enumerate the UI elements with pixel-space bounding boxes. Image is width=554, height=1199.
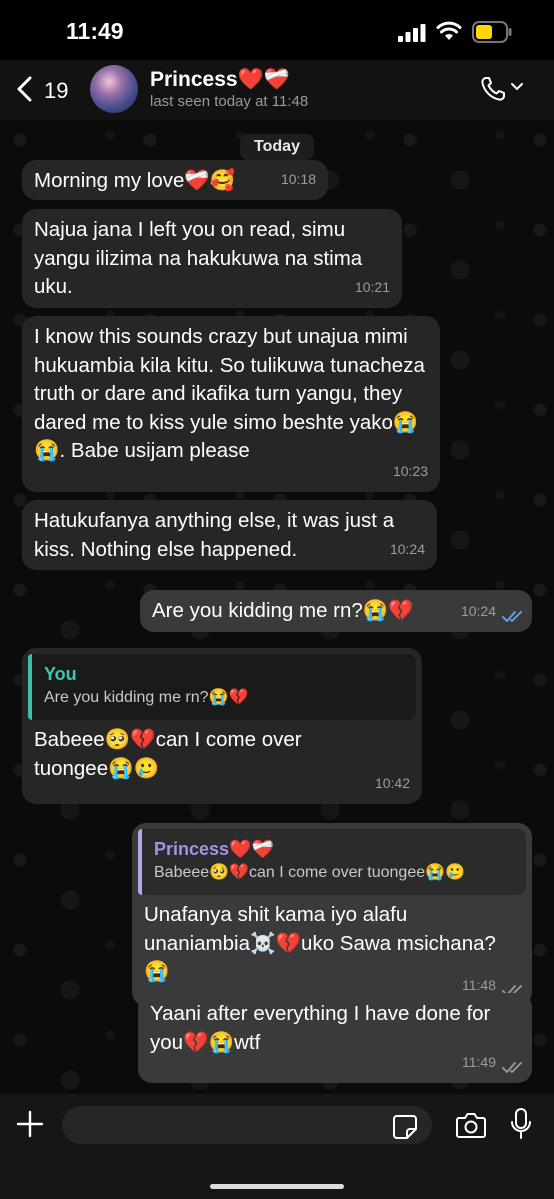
avatar[interactable] [90,65,138,113]
message-bubble-incoming[interactable]: I know this sounds crazy but unajua mimi… [22,316,440,492]
message-time: 10:21 [354,278,390,295]
message-time: 10:24 [389,540,425,557]
home-indicator [210,1184,344,1189]
message-bubble-incoming[interactable]: Hatukufanya anything else, it was just a… [22,500,437,570]
message-bubble-incoming[interactable]: Morning my love❤️‍🩹🥰 10:18 [22,160,328,200]
read-receipt-icon [502,611,522,623]
message-time: 10:24 [460,602,496,619]
message-bubble-outgoing[interactable]: Are you kidding me rn?😭💔 10:24 [140,590,532,632]
cellular-signal-icon [398,24,426,42]
status-time: 11:49 [66,18,124,44]
message-bubble-outgoing[interactable]: Princess❤️❤️‍🩹 Babeee🥺💔can I come over t… [132,823,532,1006]
chevron-down-icon[interactable] [510,82,524,92]
last-seen-status: last seen today at 11:48 [150,93,309,110]
quote-text: Are you kidding me rn?😭💔 [44,689,249,706]
date-separator: Today [240,134,314,160]
battery-icon [472,21,512,43]
microphone-icon[interactable] [510,1108,532,1140]
unread-count[interactable]: 19 [44,78,68,104]
message-text: Hatukufanya anything else, it was just a… [34,509,395,561]
quote-author: You [44,664,77,684]
delivered-receipt-icon [502,1062,522,1074]
message-time: 10:23 [392,462,428,479]
back-chevron-icon[interactable] [14,76,36,102]
composer-bar [0,1094,554,1199]
message-text: Babeee🥺💔can I come over tuongee😭🥲 [34,728,302,780]
chat-header: 19 Princess❤️❤️‍🩹 last seen today at 11:… [0,60,554,120]
message-bubble-incoming[interactable]: Najua jana I left you on read, simu yang… [22,209,402,308]
message-time: 10:18 [280,170,316,187]
message-time: 10:42 [374,774,410,791]
status-bar: 11:49 [0,0,554,60]
quote-text: Babeee🥺💔can I come over tuongee😭🥲 [154,864,465,881]
message-input[interactable] [62,1106,432,1144]
contact-name[interactable]: Princess❤️❤️‍🩹 [150,68,290,92]
sticker-icon[interactable] [392,1114,418,1140]
message-bubble-outgoing[interactable]: Yaani after everything I have done for y… [138,993,532,1083]
plus-icon[interactable] [16,1110,44,1138]
phone-call-icon[interactable] [480,76,506,102]
message-list[interactable]: Today Morning my love❤️‍🩹🥰 10:18 Najua j… [0,120,554,1094]
quote-author: Princess❤️❤️‍🩹 [154,839,274,859]
message-bubble-incoming[interactable]: You Are you kidding me rn?😭💔 Babeee🥺💔can… [22,648,422,804]
quoted-message[interactable]: Princess❤️❤️‍🩹 Babeee🥺💔can I come over t… [138,829,526,895]
message-text: I know this sounds crazy but unajua mimi… [34,325,425,462]
message-time: 11:49 [462,1053,496,1070]
quoted-message[interactable]: You Are you kidding me rn?😭💔 [28,654,416,720]
message-text: Morning my love❤️‍🩹🥰 [34,169,236,192]
wifi-icon [436,21,462,40]
camera-icon[interactable] [455,1111,487,1139]
message-text: Najua jana I left you on read, simu yang… [34,218,363,298]
